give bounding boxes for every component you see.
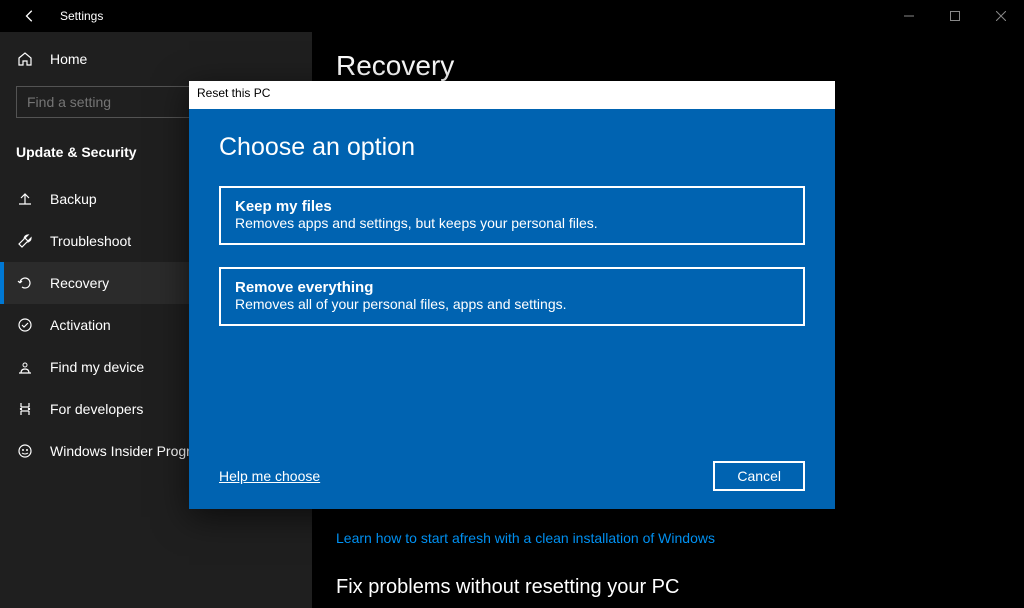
find-device-icon [16,358,34,376]
home-icon [16,50,34,68]
option-desc: Removes apps and settings, but keeps you… [235,215,789,231]
sidebar-home-label: Home [50,51,87,67]
sidebar-item-label: Recovery [50,275,109,291]
help-link[interactable]: Help me choose [219,468,320,484]
developers-icon [16,400,34,418]
cancel-button[interactable]: Cancel [713,461,805,491]
sidebar-item-label: Find my device [50,359,144,375]
fix-problems-heading: Fix problems without resetting your PC [336,576,1000,599]
window-controls [886,0,1024,32]
sidebar-home[interactable]: Home [0,40,312,78]
back-button[interactable] [8,0,52,32]
maximize-button[interactable] [932,0,978,32]
option-desc: Removes all of your personal files, apps… [235,296,789,312]
option-keep-files[interactable]: Keep my files Removes apps and settings,… [219,186,805,245]
window-title: Settings [60,9,103,23]
insider-icon [16,442,34,460]
dialog-heading: Choose an option [219,133,805,162]
recovery-icon [16,274,34,292]
page-title: Recovery [336,50,1000,82]
troubleshoot-icon [16,232,34,250]
activation-icon [16,316,34,334]
dialog-footer: Help me choose Cancel [219,461,805,491]
sidebar-item-label: Activation [50,317,111,333]
option-remove-everything[interactable]: Remove everything Removes all of your pe… [219,267,805,326]
option-title: Keep my files [235,198,789,215]
minimize-button[interactable] [886,0,932,32]
learn-link[interactable]: Learn how to start afresh with a clean i… [336,530,1000,546]
dialog-title: Reset this PC [189,81,835,109]
sidebar-item-label: For developers [50,401,143,417]
sidebar-item-label: Troubleshoot [50,233,131,249]
option-title: Remove everything [235,279,789,296]
sidebar-item-label: Windows Insider Program [50,443,210,459]
dialog-body: Choose an option Keep my files Removes a… [189,109,835,509]
sidebar-item-label: Backup [50,191,97,207]
close-button[interactable] [978,0,1024,32]
backup-icon [16,190,34,208]
titlebar: Settings [0,0,1024,32]
reset-dialog: Reset this PC Choose an option Keep my f… [189,81,835,509]
